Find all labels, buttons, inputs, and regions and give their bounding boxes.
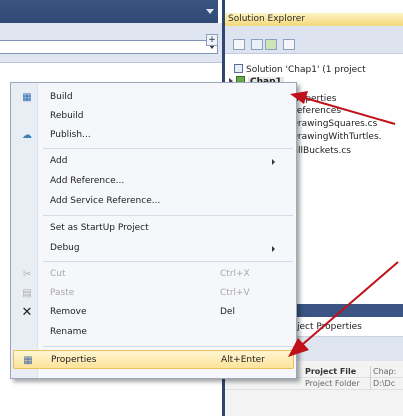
property-key: Project File [305,367,357,376]
submenu-arrow-icon [272,159,275,165]
menu-shortcut: Ctrl+V [220,288,250,298]
menu-item-properties[interactable]: ▦ Properties Alt+Enter [13,350,294,369]
solution-label: Solution 'Chap1' (1 project [246,65,366,75]
menu-shortcut: Ctrl+X [220,269,250,279]
property-value: D:\Dc [370,378,395,390]
solution-explorer-toolbar [225,26,403,54]
menu-item-rebuild[interactable]: Rebuild [13,107,294,126]
menu-label: Add Reference... [50,176,125,186]
cut-icon: ✂ [22,269,32,280]
tree-item-properties[interactable]: Properties [291,93,336,105]
menu-label: Rename [50,327,87,337]
menu-item-remove[interactable]: ✕ Remove Del [13,303,294,322]
solution-icon [234,64,243,73]
menu-item-publish[interactable]: ☁ Publish... [13,126,294,145]
tree-item-drawingwithturtles[interactable]: DrawingWithTurtles. [291,131,382,143]
menu-item-cut[interactable]: ✂ Cut Ctrl+X [13,265,294,284]
tree-item-drawingsquares[interactable]: DrawingSquares.cs [291,118,377,130]
menu-separator [43,148,293,149]
menu-item-add[interactable]: Add [13,152,294,171]
property-value: Chap: [370,366,396,378]
member-dropdown[interactable] [0,40,218,54]
remove-icon: ✕ [21,305,33,320]
menu-shortcut: Del [220,307,235,317]
properties-icon: ▦ [23,355,33,366]
menu-separator [43,346,293,347]
menu-label: Cut [50,269,66,279]
view-code-button[interactable] [283,39,295,50]
solution-explorer-title: Solution Explorer [225,13,403,26]
menu-item-set-startup[interactable]: Set as StartUp Project [13,219,294,238]
menu-item-rename[interactable]: Rename [13,323,294,342]
paste-icon: ▤ [22,288,32,299]
menu-shortcut: Alt+Enter [221,355,265,365]
menu-item-add-service-reference[interactable]: Add Service Reference... [13,192,294,211]
property-key: Project Folder [305,379,360,388]
tree-item-fillbuckets[interactable]: FillBuckets.cs [291,145,351,157]
menu-label: Properties [51,355,97,365]
menu-label: Paste [50,288,75,298]
properties-toolbar-button[interactable] [233,39,245,50]
tree-item-references[interactable]: References [291,105,341,117]
menu-item-build[interactable]: ▦ Build [13,88,294,107]
menu-label: Remove [50,307,87,317]
window-menu-arrow-icon[interactable] [206,9,214,14]
menu-separator [43,215,293,216]
refresh-button[interactable] [265,39,277,50]
menu-label: Add [50,156,68,166]
menu-label: Set as StartUp Project [50,223,149,233]
build-icon: ▦ [22,92,32,103]
menu-item-debug[interactable]: Debug [13,239,294,258]
split-window-icon[interactable]: + [206,34,218,46]
editor-titlebar [0,0,218,23]
menu-label: Add Service Reference... [50,196,161,206]
menu-label: Build [50,92,73,102]
menu-label: Debug [50,243,80,253]
show-all-files-button[interactable] [251,39,263,50]
property-row[interactable]: Project Folder D:\Dc [225,378,403,390]
tree-node-solution[interactable]: Solution 'Chap1' (1 project [234,64,366,76]
menu-item-add-reference[interactable]: Add Reference... [13,172,294,191]
menu-item-paste[interactable]: ▤ Paste Ctrl+V [13,284,294,303]
publish-icon: ☁ [22,130,32,141]
menu-label: Rebuild [50,111,84,121]
menu-separator [43,261,293,262]
menu-label: Publish... [50,130,91,140]
submenu-arrow-icon [272,246,275,252]
editor-toolbar [0,23,222,63]
context-menu: ▦ Build Rebuild ☁ Publish... Add Add Ref… [10,82,297,379]
